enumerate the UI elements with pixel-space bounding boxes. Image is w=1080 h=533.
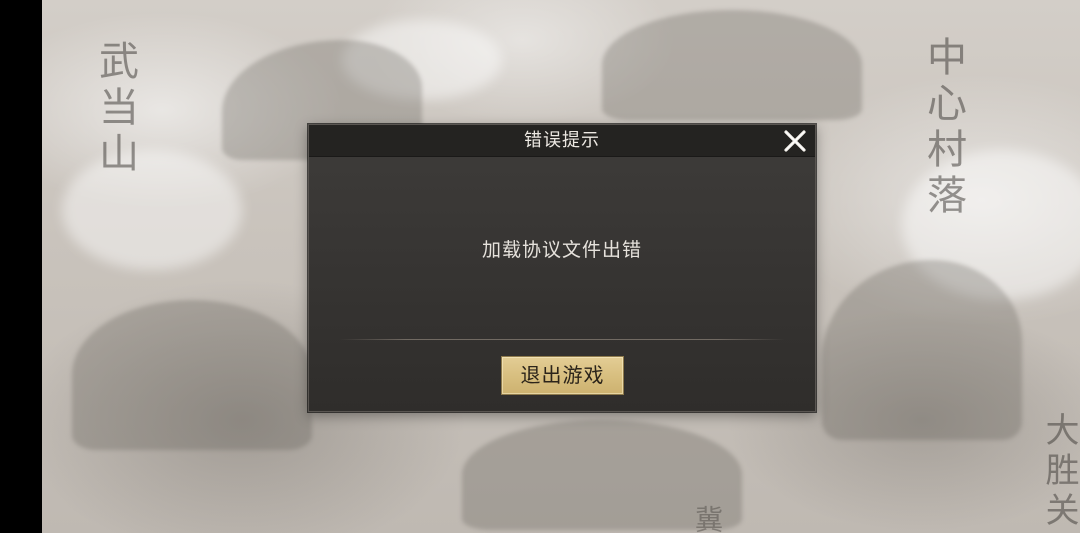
map-label-dashengguan[interactable]: 大胜关 xyxy=(1039,412,1079,532)
map-label-partial: 冀 xyxy=(691,505,724,533)
close-icon xyxy=(784,130,806,152)
map-label-center-village[interactable]: 中心村落 xyxy=(920,36,966,220)
screen-notch-bar xyxy=(0,0,42,533)
error-dialog: 错误提示 加载协议文件出错 退出游戏 xyxy=(308,124,816,412)
dialog-divider xyxy=(339,339,785,340)
game-screen: 武当山 中心村落 大胜关 冀 错误提示 加载协议文件出错 退出游戏 xyxy=(0,0,1080,533)
error-message: 加载协议文件出错 xyxy=(481,239,642,261)
map-mist xyxy=(62,150,242,270)
close-button[interactable] xyxy=(781,127,809,155)
map-mountain xyxy=(602,10,862,120)
map-mountain xyxy=(72,300,312,450)
map-mountain xyxy=(822,260,1022,440)
dialog-title: 错误提示 xyxy=(524,130,600,151)
map-label-wudang[interactable]: 武当山 xyxy=(92,40,138,178)
exit-game-button[interactable]: 退出游戏 xyxy=(501,356,624,395)
